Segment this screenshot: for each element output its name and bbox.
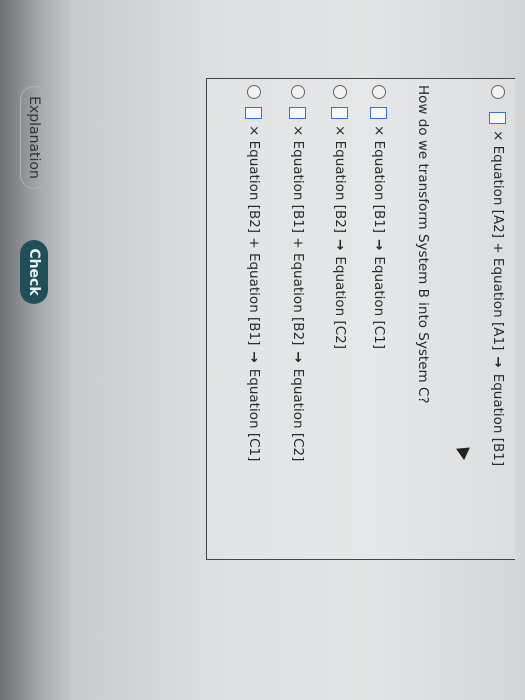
option-target: Equation [C1] [246, 368, 262, 462]
option-row: × Equation [B1] → Equation [C1] [367, 107, 391, 349]
coefficient-input[interactable] [245, 107, 263, 119]
radio-option-3[interactable] [291, 85, 305, 99]
option-text: × Equation [B2] + Equation [B1] [246, 125, 262, 346]
option-row: × Equation [B2] + Equation [B1] → Equati… [242, 107, 266, 461]
option-row: × Equation [B2] → Equation [C2] [328, 107, 352, 349]
radio-option-2[interactable] [333, 85, 347, 99]
coefficient-input[interactable] [331, 107, 349, 119]
option-text: × Equation [A2] + Equation [A1] [490, 130, 506, 351]
arrow-icon: → [490, 356, 506, 368]
coefficient-input[interactable] [370, 107, 388, 119]
screen: × Equation [A2] + Equation [A1] → Equati… [0, 0, 525, 700]
check-button[interactable]: Check [20, 240, 48, 304]
question-text: How do we transform System B into System… [415, 85, 431, 404]
radio-option-4[interactable] [247, 85, 261, 99]
coefficient-input[interactable] [489, 112, 507, 124]
explanation-button[interactable]: Explanation [20, 86, 48, 189]
option-text: × Equation [B1] [371, 125, 387, 234]
option-text: × Equation [B1] + Equation [B2] [290, 125, 306, 346]
arrow-icon: → [332, 239, 348, 251]
option-target: Equation [C1] [371, 256, 387, 350]
previous-option: × Equation [A2] + Equation [A1] → Equati… [486, 112, 510, 466]
rotated-content: × Equation [A2] + Equation [A1] → Equati… [0, 0, 525, 700]
radio-option-1[interactable] [372, 85, 386, 99]
option-target: Equation [B1] [490, 373, 506, 467]
option-row: × Equation [B1] + Equation [B2] → Equati… [286, 107, 310, 461]
arrow-icon: → [371, 239, 387, 251]
radio-previous-option[interactable] [491, 85, 505, 99]
option-text: × Equation [B2] [332, 125, 348, 234]
arrow-icon: → [290, 351, 306, 363]
coefficient-input[interactable] [289, 107, 307, 119]
arrow-icon: → [246, 351, 262, 363]
option-target: Equation [C2] [332, 256, 348, 350]
option-target: Equation [C2] [290, 368, 306, 462]
